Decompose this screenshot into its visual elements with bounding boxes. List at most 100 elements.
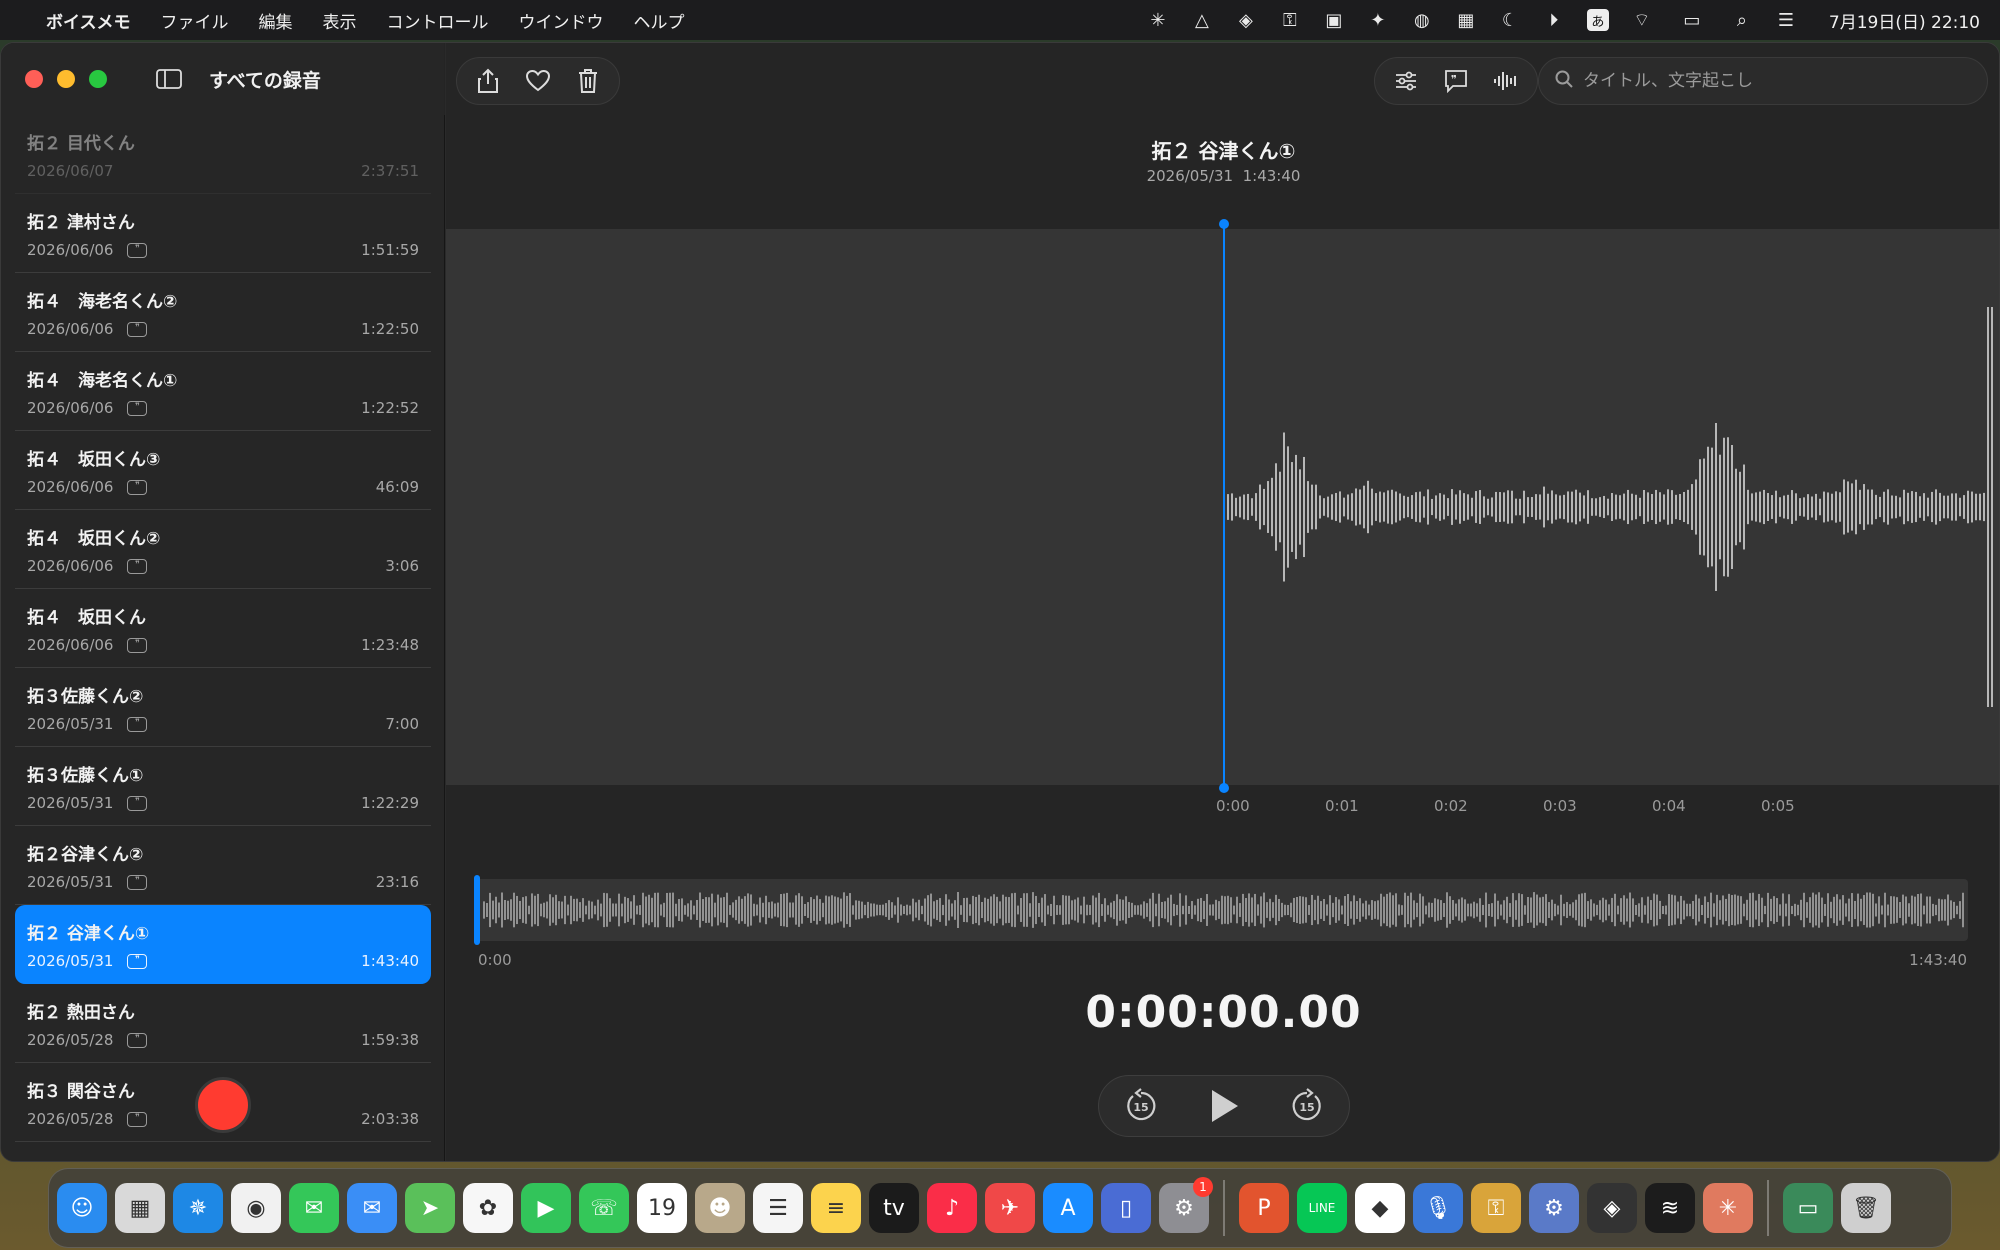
menu-item-4[interactable]: コントロール — [387, 13, 489, 33]
line-status-icon[interactable]: ◍ — [1411, 9, 1433, 31]
dock-automator-icon[interactable]: ⚙ — [1529, 1183, 1579, 1233]
dock-facetime-icon[interactable]: ▶ — [521, 1183, 571, 1233]
moon-icon[interactable]: ☾ — [1499, 9, 1521, 31]
dock-trash-icon[interactable]: 🗑 — [1841, 1183, 1891, 1233]
playhead-bottom-handle[interactable] — [1219, 783, 1229, 793]
grid-status-icon[interactable]: ▦ — [1455, 9, 1477, 31]
favorite-heart-icon[interactable] — [515, 61, 561, 101]
dock-launchpad-icon[interactable]: ▦ — [115, 1183, 165, 1233]
dock-apple-tv-icon[interactable]: tv — [869, 1183, 919, 1233]
dock-chrome-icon[interactable]: ◉ — [231, 1183, 281, 1233]
wifi-icon[interactable]: ⌔ — [1631, 9, 1653, 31]
search-field[interactable] — [1538, 57, 1988, 105]
input-method-icon[interactable]: あ — [1586, 9, 1609, 31]
record-button[interactable] — [195, 1077, 251, 1133]
dock-mail-icon[interactable]: ✉ — [347, 1183, 397, 1233]
recording-row[interactable]: 拓３佐藤くん② 2026/05/31 ❞ 7:00 — [15, 668, 431, 747]
dock-app-store-icon[interactable]: A — [1043, 1183, 1093, 1233]
recording-row-title: 拓４ 坂田くん③ — [27, 450, 161, 470]
dock-box-app-icon[interactable]: ◈ — [1587, 1183, 1637, 1233]
close-window-button[interactable] — [25, 70, 43, 88]
dock-phone-icon[interactable]: ☏ — [579, 1183, 629, 1233]
playhead[interactable] — [1219, 219, 1229, 793]
dock-claude-icon[interactable]: ✳ — [1703, 1183, 1753, 1233]
dock-icon-glyph: ✳ — [1718, 1195, 1738, 1221]
recording-row-title: 拓１ 俊介さん アキラくん — [27, 1156, 419, 1161]
recording-row[interactable]: 拓３佐藤くん① 2026/05/31 ❞ 1:22:29 — [15, 747, 431, 826]
overview-waveform[interactable] — [476, 879, 1968, 941]
recording-row-title: 拓２ 津村さん — [27, 213, 135, 233]
playhead-top-handle[interactable] — [1219, 219, 1229, 229]
battery-icon[interactable]: ▭ — [1675, 9, 1709, 31]
dock-line-icon[interactable]: LINE — [1297, 1183, 1347, 1233]
dock-safari-icon[interactable]: ✵ — [173, 1183, 223, 1233]
recording-row[interactable]: 拓４ 坂田くん③ 2026/06/06 ❞ 46:09 — [15, 431, 431, 510]
recording-row[interactable]: 拓４ 坂田くん② 2026/06/06 ❞ 3:06 — [15, 510, 431, 589]
overview-start-time: 0:00 — [478, 951, 512, 969]
adjustments-sliders-icon[interactable] — [1383, 61, 1429, 101]
transcript-icon: ❞ — [127, 637, 148, 653]
play-circle-icon[interactable]: ⏵ — [1543, 9, 1565, 31]
recording-row[interactable]: 拓２谷津くん② 2026/05/31 ❞ 23:16 — [15, 826, 431, 905]
recording-row[interactable]: 拓２ 津村さん 2026/06/06 ❞ 1:51:59 — [15, 194, 431, 273]
waveform-icon[interactable] — [1483, 61, 1529, 101]
recording-row[interactable]: 拓２ 谷津くん① 2026/05/31 ❞ 1:43:40 — [15, 905, 431, 984]
dock-iphone-mirroring-icon[interactable]: ▯ — [1101, 1183, 1151, 1233]
dock-rocket-icon[interactable]: ✈ — [985, 1183, 1035, 1233]
menu-item-2[interactable]: 編集 — [259, 13, 293, 33]
dock-google-apps-icon[interactable]: ◆ — [1355, 1183, 1405, 1233]
recording-row[interactable]: 拓４ 海老名くん② 2026/06/06 ❞ 1:22:50 — [15, 273, 431, 352]
recording-row[interactable]: 拓４ 海老名くん① 2026/06/06 ❞ 1:22:52 — [15, 352, 431, 431]
dock-contacts-icon[interactable]: ☻ — [695, 1183, 745, 1233]
menu-item-3[interactable]: 表示 — [323, 13, 357, 33]
skip-forward-15-icon[interactable]: 15 — [1282, 1081, 1332, 1131]
menu-item-5[interactable]: ウインドウ — [519, 13, 604, 33]
dock-voice-memos-icon[interactable]: ≋ — [1645, 1183, 1695, 1233]
dock-icon-glyph: ☻ — [708, 1195, 732, 1221]
menu-item-0[interactable]: ボイスメモ — [46, 13, 131, 33]
dock-keychain-icon[interactable]: ⚿ — [1471, 1183, 1521, 1233]
dock-downloads-folder-icon[interactable]: ▭ — [1783, 1183, 1833, 1233]
search-input[interactable] — [1583, 71, 1963, 91]
recording-title[interactable]: 拓２ 谷津くん① — [446, 135, 1999, 164]
recording-row-date: 2026/06/06 — [27, 478, 114, 496]
sparkle-status-icon[interactable]: ✦ — [1367, 9, 1389, 31]
dock-finder-icon[interactable]: ☺ — [57, 1183, 107, 1233]
dock-reminders-icon[interactable]: ☰ — [753, 1183, 803, 1233]
play-button[interactable] — [1199, 1081, 1249, 1131]
trash-icon[interactable] — [565, 61, 611, 101]
dock-music-icon[interactable]: ♪ — [927, 1183, 977, 1233]
dock-maps-icon[interactable]: ➤ — [405, 1183, 455, 1233]
box-status-icon[interactable]: ◈ — [1235, 9, 1257, 31]
menu-bar-clock[interactable]: 7月19日(日) 22:10 — [1829, 8, 1980, 33]
recording-row[interactable]: 拓４ 坂田くん 2026/06/06 ❞ 1:23:48 — [15, 589, 431, 668]
transcript-quote-icon[interactable]: ❞ — [1433, 61, 1479, 101]
zoom-window-button[interactable] — [89, 70, 107, 88]
recording-row[interactable]: 拓２ 目代くん 2026/06/07 2:37:51 — [15, 115, 431, 194]
recording-row-title: 拓４ 坂田くん② — [27, 529, 161, 549]
dock-icon-glyph: ▭ — [1797, 1195, 1819, 1221]
control-center-icon[interactable]: ☰ — [1775, 9, 1797, 31]
dock-powerpoint-icon[interactable]: P — [1239, 1183, 1289, 1233]
claude-status-icon[interactable]: ✳ — [1147, 9, 1169, 31]
dock-system-settings-icon[interactable]: ⚙ 1 — [1159, 1177, 1213, 1233]
skip-back-15-icon[interactable]: 15 — [1116, 1081, 1166, 1131]
overview-playhead[interactable] — [474, 875, 480, 945]
dock-calendar-icon[interactable]: 19 — [637, 1183, 687, 1233]
spotlight-search-icon[interactable]: ⌕ — [1731, 9, 1753, 31]
sidebar-toggle-icon[interactable] — [147, 62, 191, 96]
minimize-window-button[interactable] — [57, 70, 75, 88]
menu-item-1[interactable]: ファイル — [161, 13, 229, 33]
menu-item-6[interactable]: ヘルプ — [634, 13, 685, 33]
share-icon[interactable] — [465, 61, 511, 101]
drive-status-icon[interactable]: △ — [1191, 9, 1213, 31]
recording-row[interactable]: 拓１ 俊介さん アキラくん — [15, 1142, 431, 1161]
dock-voice-memos-mic-icon[interactable]: 🎙 — [1413, 1183, 1463, 1233]
dock-icon-glyph: 19 — [648, 1195, 676, 1221]
dock-messages-icon[interactable]: ✉ — [289, 1183, 339, 1233]
dock-notes-icon[interactable]: ≡ — [811, 1183, 861, 1233]
dock-photos-icon[interactable]: ✿ — [463, 1183, 513, 1233]
clipboard-status-icon[interactable]: ▣ — [1323, 9, 1345, 31]
keychain-status-icon[interactable]: ⚿ — [1279, 9, 1301, 31]
recording-row[interactable]: 拓２ 熱田さん 2026/05/28 ❞ 1:59:38 — [15, 984, 431, 1063]
